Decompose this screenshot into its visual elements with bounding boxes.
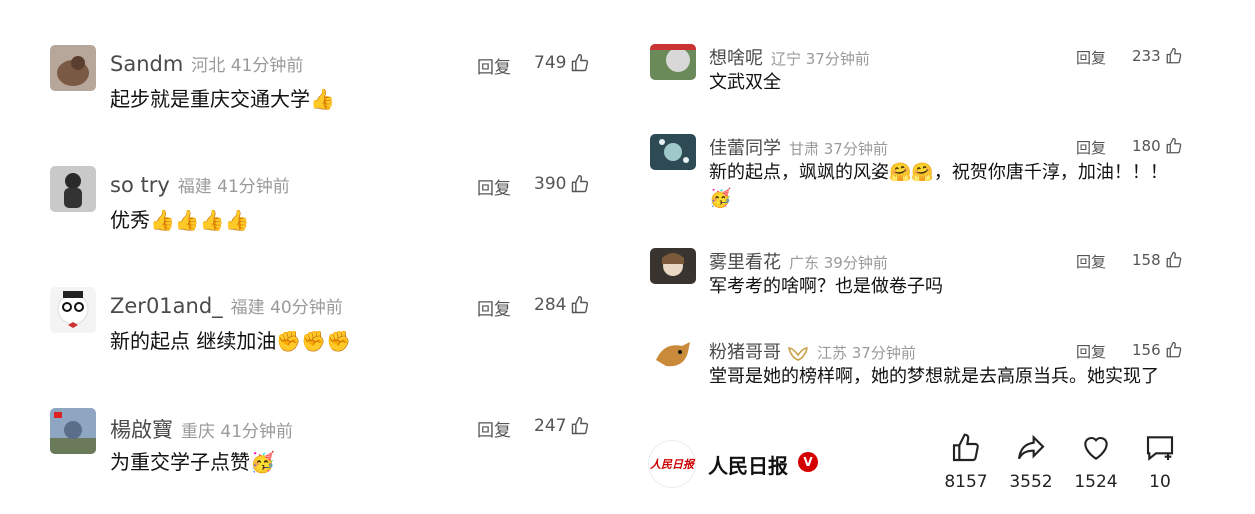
comment-item: Sandm 河北 41分钟前 起步就是重庆交通大学👍 回复 749 xyxy=(50,45,610,125)
thumbs-up-icon xyxy=(1166,251,1181,268)
reply-button[interactable]: 回复 xyxy=(477,174,511,199)
like-count: 156 xyxy=(1132,341,1161,359)
like-icon xyxy=(952,433,979,462)
reply-button[interactable]: 回复 xyxy=(477,295,511,320)
thumbs-up-icon xyxy=(572,53,589,72)
comment-action-button[interactable]: 10 xyxy=(1130,432,1190,492)
comment-text: 新的起点 继续加油✊✊✊ xyxy=(110,329,352,353)
favorite-total: 1524 xyxy=(1074,472,1118,492)
like-button[interactable]: 156 xyxy=(1132,341,1183,359)
verified-badge: V xyxy=(798,452,818,472)
commenter-name[interactable]: Sandm xyxy=(110,52,183,76)
like-count: 158 xyxy=(1132,251,1161,269)
comment-text: 新的起点，飒飒的风姿🤗🤗，祝贺你唐千淳，加油！！！🥳 xyxy=(709,162,1168,209)
comment-meta: 江苏 37分钟前 xyxy=(817,344,916,362)
share-action-button[interactable]: 3552 xyxy=(1001,432,1061,492)
comment-text: 为重交学子点赞🥳 xyxy=(110,450,275,474)
avatar[interactable] xyxy=(50,45,96,91)
like-action-button[interactable]: 8157 xyxy=(936,432,996,492)
reply-button[interactable]: 回复 xyxy=(1076,137,1106,158)
like-count: 749 xyxy=(534,53,567,73)
comment-text: 军考考的啥啊？也是做卷子吗 xyxy=(709,276,943,297)
thumbs-up-icon xyxy=(572,174,589,193)
reply-button[interactable]: 回复 xyxy=(1076,47,1106,68)
brand-name[interactable]: 人民日报 xyxy=(708,450,788,479)
comment-item: 楊啟寶 重庆 41分钟前 为重交学子点赞🥳 回复 247 xyxy=(50,408,610,488)
comment-item: so try 福建 41分钟前 优秀👍👍👍👍 回复 390 xyxy=(50,166,610,246)
brand-logo[interactable]: 人民日报 xyxy=(648,440,696,488)
commenter-name[interactable]: so try xyxy=(110,173,170,197)
comment-text: 文武双全 xyxy=(709,72,781,93)
like-count: 284 xyxy=(534,295,567,315)
brand-logo-text: 人民日报 xyxy=(650,458,694,471)
reply-button[interactable]: 回复 xyxy=(1076,251,1106,272)
comment-meta: 福建 40分钟前 xyxy=(230,298,343,318)
left-comment-panel: Sandm 河北 41分钟前 起步就是重庆交通大学👍 回复 749 so try 福… xyxy=(0,0,620,514)
avatar[interactable] xyxy=(650,338,696,374)
avatar[interactable] xyxy=(650,134,696,170)
thumbs-up-icon xyxy=(572,416,589,435)
avatar[interactable] xyxy=(50,287,96,333)
like-count: 247 xyxy=(534,416,567,436)
commenter-name[interactable]: Zer01and_ xyxy=(110,294,223,318)
like-button[interactable]: 390 xyxy=(534,174,590,194)
comment-meta: 福建 41分钟前 xyxy=(177,177,290,197)
avatar[interactable] xyxy=(650,248,696,284)
like-button[interactable]: 749 xyxy=(534,53,590,73)
share-total: 3552 xyxy=(1009,472,1053,492)
comment-meta: 甘肃 37分钟前 xyxy=(789,140,888,158)
like-count: 233 xyxy=(1132,47,1161,65)
comment-text: 优秀👍👍👍👍 xyxy=(110,208,250,232)
avatar[interactable] xyxy=(50,408,96,454)
comment-meta: 广东 39分钟前 xyxy=(789,254,888,272)
reply-button[interactable]: 回复 xyxy=(477,416,511,441)
comment-item: 想啥呢 辽宁 37分钟前 文武双全 回复 233 xyxy=(650,44,1230,104)
reply-button[interactable]: 回复 xyxy=(477,53,511,78)
commenter-name[interactable]: 佳蕾同学 xyxy=(709,138,781,159)
commenter-name[interactable]: 粉猪哥哥 xyxy=(709,342,781,363)
commenter-name[interactable]: 楊啟寶 xyxy=(110,418,173,442)
comment-meta: 辽宁 37分钟前 xyxy=(771,50,870,68)
commenter-name[interactable]: 雾里看花 xyxy=(709,252,781,273)
comment-icon xyxy=(1146,436,1174,461)
comment-item: Zer01and_ 福建 40分钟前 新的起点 继续加油✊✊✊ 回复 284 xyxy=(50,287,610,367)
comment-item: 雾里看花 广东 39分钟前 军考考的啥啊？也是做卷子吗 回复 158 xyxy=(650,248,1230,308)
comment-text: 堂哥是她的榜样啊，她的梦想就是去高原当兵。她实现了 xyxy=(709,366,1159,387)
right-comment-panel: 想啥呢 辽宁 37分钟前 文武双全 回复 233 佳蕾同学 甘肃 37分钟前 新的起… xyxy=(620,0,1255,514)
like-count: 390 xyxy=(534,174,567,194)
avatar[interactable] xyxy=(50,166,96,212)
like-button[interactable]: 247 xyxy=(534,416,590,436)
comment-item: 佳蕾同学 甘肃 37分钟前 新的起点，飒飒的风姿🤗🤗，祝贺你唐千淳，加油！！！🥳 … xyxy=(650,134,1230,214)
favorite-heart-icon xyxy=(1084,436,1108,460)
vip-badge-icon xyxy=(788,346,808,361)
post-action-bar: 人民日报 人民日报 V 8157 3552 1524 10 xyxy=(620,432,1255,502)
thumbs-up-icon xyxy=(1166,341,1181,358)
comment-meta: 河北 41分钟前 xyxy=(191,56,304,76)
thumbs-up-icon xyxy=(1166,137,1181,154)
like-button[interactable]: 233 xyxy=(1132,47,1183,65)
reply-button[interactable]: 回复 xyxy=(1076,341,1106,362)
comment-total: 10 xyxy=(1149,472,1171,492)
like-count: 180 xyxy=(1132,137,1161,155)
comment-item: 粉猪哥哥 江苏 37分钟前 堂哥是她的榜样啊，她的梦想就是去高原当兵。她实现了 回… xyxy=(650,338,1230,418)
commenter-name[interactable]: 想啥呢 xyxy=(709,48,763,69)
thumbs-up-icon xyxy=(1166,47,1181,64)
thumbs-up-icon xyxy=(572,295,589,314)
comment-meta: 重庆 41分钟前 xyxy=(181,422,294,442)
like-button[interactable]: 284 xyxy=(534,295,590,315)
like-button[interactable]: 180 xyxy=(1132,137,1183,155)
avatar[interactable] xyxy=(650,44,696,80)
comment-text: 起步就是重庆交通大学👍 xyxy=(110,87,335,111)
favorite-action-button[interactable]: 1524 xyxy=(1066,432,1126,492)
like-total: 8157 xyxy=(944,472,988,492)
like-button[interactable]: 158 xyxy=(1132,251,1183,269)
share-icon xyxy=(1017,434,1045,460)
